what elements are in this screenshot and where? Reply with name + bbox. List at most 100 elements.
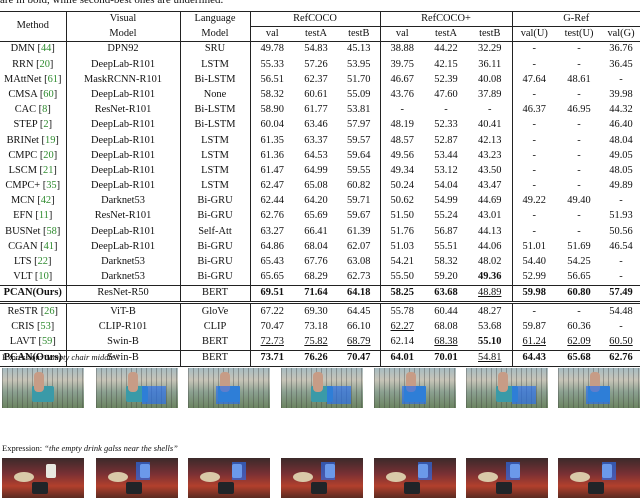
score-cell: 59.87 [512,319,556,334]
language-model-cell: Bi-LSTM [180,117,251,134]
header-refcoco-plus: RefCOCO+ [380,11,513,27]
score-cell: 47.64 [512,72,556,87]
citation-link[interactable]: 21 [43,165,53,176]
score-cell: 72.73 [250,335,294,351]
score-cell: 59.57 [338,133,381,149]
score-cell: 48.27 [468,301,513,320]
visual-model-cell: Darknet53 [66,193,181,210]
score-value: 64.18 [347,287,371,299]
score-value: 46.40 [609,119,633,131]
score-value: 76.26 [304,352,328,364]
score-cell: 53.81 [338,102,381,118]
score-cell: 49.34 [380,164,424,179]
score-value: 52.33 [434,119,458,131]
results-table: Method Visual Language RefCOCO RefCOCO+ … [0,11,640,367]
score-cell: 54.40 [512,255,556,270]
score-cell: - [556,118,602,133]
score-cell: 46.37 [512,103,556,118]
score-value: 61.24 [522,335,546,347]
table-row: RRN [20] DeepLab-R101 LSTM 55.33 57.26 53.95 3… [0,57,640,73]
citation-link[interactable]: 44 [41,43,51,54]
score-value: 59.57 [347,134,371,146]
score-value: 65.69 [304,210,328,222]
header-language-2: Model [180,26,251,42]
score-value: 50.62 [390,195,414,207]
score-value: 54.21 [390,256,414,268]
score-value: 60.44 [434,305,458,317]
score-cell: 51.03 [380,239,424,254]
score-cell: 42.13 [468,133,513,149]
score-cell: 62.14 [380,335,424,351]
score-value: 61.47 [260,164,284,176]
expression-text: “empty chair middle” [44,352,120,362]
score-cell: 64.86 [250,239,294,254]
method-cell: ReSTR [26] [0,301,67,320]
score-cell: 53.68 [468,319,513,335]
table-row: STEP [2] DeepLab-R101 Bi-LSTM 60.04 63.46 57.… [0,117,640,134]
citation-link[interactable]: 60 [43,89,53,100]
score-value: 58.32 [434,256,458,268]
visual-model-cell: DeepLab-R101 [66,87,181,103]
score-cell: - [512,57,556,72]
citation-link[interactable]: 53 [40,321,50,332]
score-cell: 49.56 [380,148,424,163]
score-value: 55.10 [478,335,502,347]
score-cell: 53.95 [338,57,381,73]
score-cell: - [512,88,556,103]
segmentation-mask [506,462,520,480]
score-value: 61.77 [304,104,328,116]
citation-link[interactable]: 59 [42,336,52,347]
citation-link[interactable]: 2 [43,119,48,130]
score-cell: 43.76 [380,88,424,103]
citation-link[interactable]: 41 [44,241,54,252]
score-value: 48.04 [609,134,633,146]
score-value: - [577,88,581,100]
score-value: 66.41 [304,225,328,237]
score-cell: 67.22 [250,301,294,320]
score-value: 48.27 [478,305,502,317]
score-value: - [532,134,536,146]
citation-link[interactable]: 10 [38,271,48,282]
score-cell: 60.36 [556,319,602,334]
score-value: 36.11 [478,58,502,70]
score-cell: 54.99 [424,194,468,209]
table-row: CAC [8] ResNet-R101 Bi-LSTM 58.90 61.77 53.81… [0,102,640,118]
citation-link[interactable]: 42 [41,195,51,206]
score-cell: 39.98 [602,88,640,103]
score-cell: 46.95 [556,103,602,118]
score-value: 43.50 [478,164,502,176]
score-cell: 59.98 [512,284,556,303]
score-cell: 75.82 [294,335,338,351]
score-cell: - [602,255,640,270]
score-cell: 65.69 [294,209,338,224]
score-cell: 64.99 [294,164,338,179]
score-cell: - [602,72,640,87]
citation-link[interactable]: 19 [45,135,55,146]
citation-link[interactable]: 26 [44,306,54,317]
score-value: 62.73 [347,271,371,283]
citation-link[interactable]: 35 [46,180,56,191]
score-value: 32.29 [478,43,502,55]
citation-link[interactable]: 20 [43,150,53,161]
score-cell: 64.20 [294,194,338,209]
citation-link[interactable]: 58 [46,226,56,237]
score-cell: 61.39 [338,224,381,240]
score-cell: 65.68 [556,349,602,367]
citation-link[interactable]: 22 [38,256,48,267]
score-cell: 66.10 [338,319,381,335]
citation-link[interactable]: 20 [40,59,50,70]
score-cell: 73.18 [294,319,338,334]
score-cell: - [556,209,602,224]
method-name: BRINet [6,134,39,146]
score-cell: 62.76 [250,209,294,224]
score-value: 70.01 [434,352,458,364]
score-value: 73.18 [304,320,328,332]
method-name: MCN [10,195,35,207]
citation-link[interactable]: 8 [42,104,47,115]
score-value: 48.61 [567,73,591,85]
score-value: 63.46 [304,119,328,131]
language-model-cell: GloVe [180,301,251,320]
citation-link[interactable]: 61 [48,74,58,85]
citation-link[interactable]: 11 [39,210,49,221]
method-name: CAC [14,104,37,116]
